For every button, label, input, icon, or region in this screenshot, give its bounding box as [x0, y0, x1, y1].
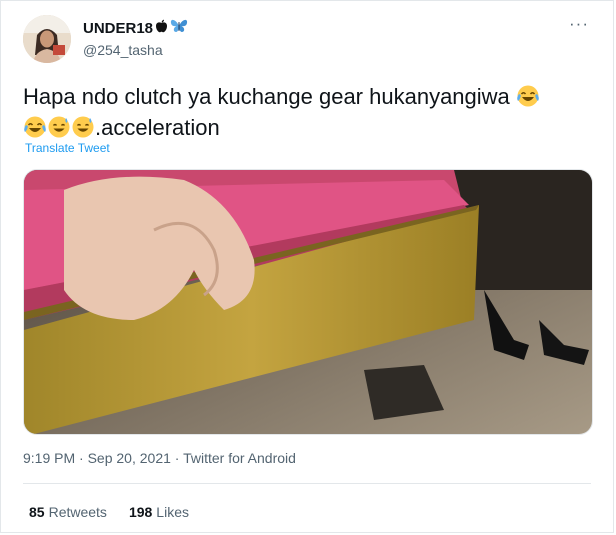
meta-separator: ·: [79, 450, 88, 466]
tweet-line-2-text: .acceleration: [95, 115, 220, 140]
avatar[interactable]: [23, 15, 71, 63]
face-with-tears-of-joy-icon: [23, 115, 47, 139]
display-name[interactable]: UNDER18: [83, 18, 188, 39]
tweet-media-image[interactable]: [23, 169, 593, 435]
butterfly-icon: [170, 18, 188, 39]
grinning-sweat-face-icon: [47, 115, 71, 139]
grinning-sweat-face-icon: [71, 115, 95, 139]
likes-count: 198: [128, 504, 153, 520]
display-name-text: UNDER18: [83, 20, 154, 37]
tweet-date[interactable]: Sep 20, 2021: [88, 450, 171, 466]
likes-stat[interactable]: 198 Likes: [129, 504, 189, 520]
tweet-text: Hapa ndo clutch ya kuchange gear hukanya…: [23, 81, 583, 143]
tweet-line-1: Hapa ndo clutch ya kuchange gear hukanya…: [23, 84, 510, 109]
retweets-stat[interactable]: 85 Retweets: [29, 504, 107, 520]
tweet-card: UNDER18 @254_tasha ··· Hapa ndo clutch y…: [0, 0, 614, 533]
tweet-header: UNDER18 @254_tasha ···: [23, 15, 593, 67]
more-options-icon[interactable]: ···: [569, 15, 589, 32]
tweet-time[interactable]: 9:19 PM: [23, 450, 75, 466]
meta-separator: ·: [174, 450, 184, 466]
tweet-meta: 9:19 PM · Sep 20, 2021 · Twitter for And…: [23, 450, 296, 466]
user-names: UNDER18 @254_tasha: [83, 18, 188, 60]
apple-icon: [155, 19, 168, 38]
divider: [23, 483, 591, 484]
user-handle[interactable]: @254_tasha: [83, 41, 188, 60]
tweet-source[interactable]: Twitter for Android: [183, 450, 296, 466]
face-with-tears-of-joy-icon: [516, 84, 540, 108]
retweets-count: 85: [29, 504, 45, 520]
translate-tweet-link[interactable]: Translate Tweet: [25, 141, 110, 155]
retweets-label: Retweets: [48, 504, 107, 520]
likes-label: Likes: [156, 504, 189, 520]
media-photo: [24, 170, 592, 434]
tweet-stats: 85 Retweets 198 Likes: [29, 504, 189, 520]
